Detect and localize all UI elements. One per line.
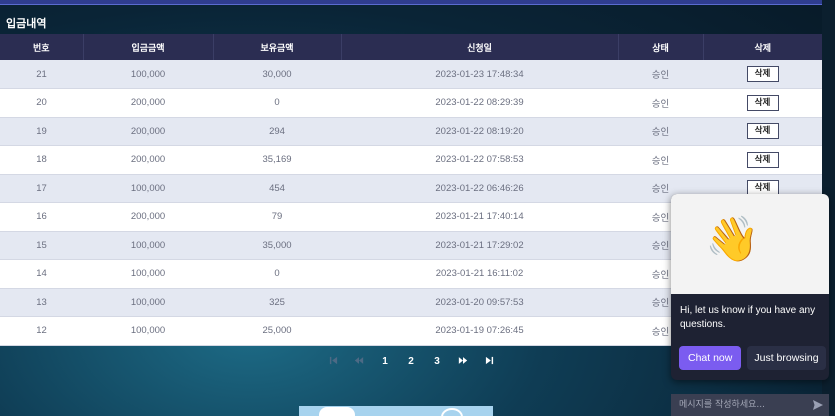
cell-number: 21	[0, 60, 83, 89]
chat-hero: 👋	[671, 194, 829, 294]
delete-button[interactable]: 삭제	[746, 66, 779, 82]
delete-button[interactable]: 삭제	[746, 151, 779, 168]
cell-deposit-amount: 200,000	[83, 117, 213, 146]
header-status: 상태	[618, 34, 704, 60]
cell-request-date: 2023-01-22 08:19:20	[341, 117, 618, 146]
cell-deposit-amount: 200,000	[83, 202, 213, 232]
header-number: 번호	[0, 34, 84, 60]
cell-request-date: 2023-01-20 09:57:53	[341, 288, 618, 317]
page-3[interactable]: 3	[424, 356, 450, 367]
chat-message-input[interactable]	[671, 394, 807, 416]
cell-balance: 30,000	[213, 60, 341, 89]
cell-deposit-amount: 100,000	[83, 231, 213, 260]
cell-deposit-amount: 100,000	[83, 259, 213, 289]
page-1[interactable]: 1	[372, 356, 398, 367]
cell-number: 16	[0, 202, 83, 232]
chat-greeting: Hi, let us know if you have any question…	[680, 305, 816, 330]
cell-number: 13	[0, 288, 83, 317]
cell-request-date: 2023-01-23 17:48:34	[341, 60, 618, 89]
table-row: 20 200,000 0 2023-01-22 08:29:39 승인 삭제	[0, 88, 822, 118]
delete-button[interactable]: 삭제	[746, 123, 779, 140]
cell-balance: 25,000	[213, 316, 341, 346]
cell-request-date: 2023-01-22 06:46:26	[341, 174, 618, 203]
cell-number: 19	[0, 117, 83, 146]
cell-request-date: 2023-01-19 07:26:45	[341, 316, 618, 346]
cell-delete: 삭제	[703, 60, 822, 89]
cell-balance: 79	[213, 202, 341, 232]
header-delete: 삭제	[754, 43, 772, 54]
cell-deposit-amount: 100,000	[83, 316, 213, 346]
header-request-date: 신청일	[341, 34, 619, 60]
cell-deposit-amount: 100,000	[83, 288, 213, 317]
cell-request-date: 2023-01-21 17:40:14	[341, 202, 618, 232]
cell-delete: 삭제	[703, 88, 822, 118]
cell-deposit-amount: 200,000	[83, 88, 213, 118]
cell-number: 18	[0, 145, 83, 175]
banner-cloud-shape	[319, 407, 355, 416]
section-title: 입금내역	[6, 17, 47, 30]
cell-balance: 0	[213, 259, 341, 289]
cell-deposit-amount: 200,000	[83, 145, 213, 175]
cell-status: 승인	[618, 117, 703, 146]
pagination: 1 2 3	[320, 352, 502, 370]
waving-hand-icon: 👋	[705, 214, 760, 265]
header-deposit-amount: 입금금액	[83, 34, 214, 60]
cell-number: 17	[0, 174, 83, 203]
table-row: 18 200,000 35,169 2023-01-22 07:58:53 승인 삭제	[0, 145, 822, 175]
cell-deposit-amount: 100,000	[83, 60, 213, 89]
chat-now-button[interactable]: Chat now	[679, 346, 742, 370]
top-bar	[0, 0, 822, 5]
header-balance: 보유금액	[213, 34, 342, 60]
cell-balance: 0	[213, 88, 341, 118]
cell-number: 14	[0, 259, 83, 289]
cell-number: 12	[0, 316, 83, 346]
page-2[interactable]: 2	[398, 356, 424, 367]
cell-delete: 삭제	[703, 145, 822, 175]
table-row: 21 100,000 30,000 2023-01-23 17:48:34 승인 삭제	[0, 60, 822, 89]
cell-status: 승인	[618, 145, 703, 175]
prev-page-icon[interactable]	[346, 356, 372, 367]
cell-balance: 325	[213, 288, 341, 317]
next-page-icon[interactable]	[450, 356, 476, 367]
table-row: 19 200,000 294 2023-01-22 08:19:20 승인 삭제	[0, 117, 822, 146]
cell-deposit-amount: 100,000	[83, 174, 213, 203]
cell-balance: 294	[213, 117, 341, 146]
chat-actions: Chat now Just browsing	[679, 346, 826, 370]
cell-balance: 35,169	[213, 145, 341, 175]
cell-status: 승인	[618, 88, 703, 118]
last-page-icon[interactable]	[476, 356, 502, 367]
banner-image	[299, 406, 493, 416]
cell-request-date: 2023-01-22 08:29:39	[341, 88, 618, 118]
cell-number: 15	[0, 231, 83, 260]
cell-status: 승인	[618, 60, 703, 89]
banner-ring-shape	[441, 408, 463, 416]
table-header-row: 번호 입금금액 보유금액 신청일 상태 삭제	[0, 34, 822, 60]
delete-button[interactable]: 삭제	[746, 94, 779, 111]
cell-balance: 454	[213, 174, 341, 203]
cell-request-date: 2023-01-22 07:58:53	[341, 145, 618, 175]
chat-widget: 👋 Hi, let us know if you have any questi…	[671, 194, 829, 380]
send-icon[interactable]	[807, 394, 829, 416]
cell-request-date: 2023-01-21 17:29:02	[341, 231, 618, 260]
first-page-icon[interactable]	[320, 356, 346, 367]
just-browsing-button[interactable]: Just browsing	[747, 346, 826, 370]
chat-input-bar	[671, 394, 829, 416]
cell-delete: 삭제	[703, 117, 822, 146]
cell-request-date: 2023-01-21 16:11:02	[341, 259, 618, 289]
cell-balance: 35,000	[213, 231, 341, 260]
cell-number: 20	[0, 88, 83, 118]
